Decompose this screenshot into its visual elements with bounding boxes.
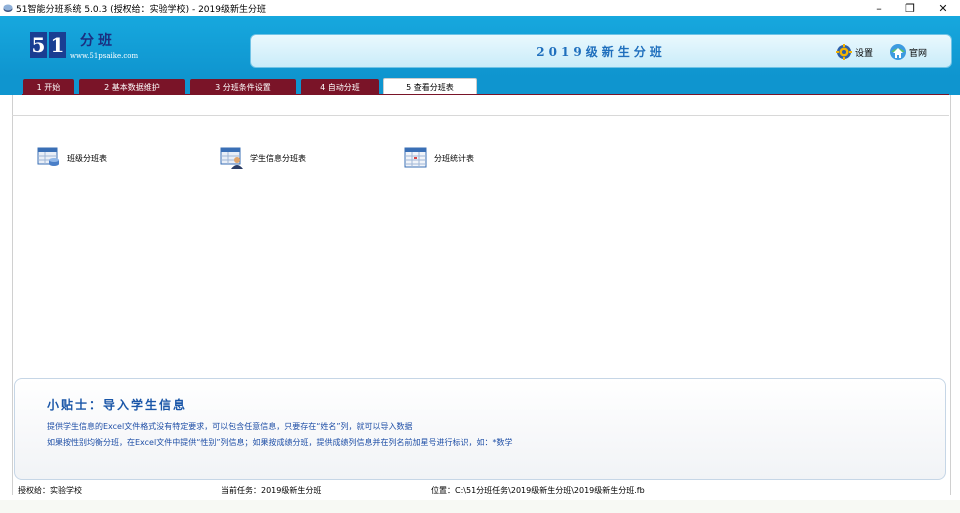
status-current-task: 当前任务：2019级新生分班	[221, 486, 322, 495]
logo-url: www.51psaike.com	[70, 52, 139, 60]
settings-label: 设置	[855, 48, 874, 59]
stats-table-icon	[404, 147, 427, 168]
settings-button[interactable]: 设置	[835, 43, 873, 61]
panel-divider	[12, 115, 949, 116]
status-location: 位置：C:\51分班任务\2019级新生分班\2019级新生分班.fb	[431, 486, 645, 495]
stats-table-label: 分班统计表	[434, 153, 474, 163]
app-header: 5 1 分班 www.51psaike.com 2019级新生分班 设置 官网	[0, 16, 960, 76]
website-button[interactable]: 官网	[889, 43, 927, 61]
logo-digit-5: 5	[30, 32, 47, 58]
close-button[interactable]: ✕	[926, 0, 960, 16]
student-table-icon	[220, 147, 243, 169]
window-title: 51智能分班系统 5.0.3 (授权给：实验学校) - 2019级新生分班	[16, 5, 266, 15]
class-table-label: 班级分班表	[67, 153, 107, 163]
website-label: 官网	[909, 48, 928, 59]
tab-basic-data[interactable]: 2 基本数据维护	[79, 79, 185, 95]
tips-line-1: 提供学生信息的Excel文件格式没有特定要求，可以包含任意信息，只要存在“姓名”…	[47, 422, 413, 431]
student-table-button[interactable]: 学生信息分班表	[220, 145, 306, 171]
status-license: 授权给：实验学校	[18, 486, 82, 495]
tab-start[interactable]: 1 开始	[23, 79, 74, 95]
bottom-strip	[0, 500, 960, 513]
logo-name: 分班	[80, 33, 116, 49]
student-table-label: 学生信息分班表	[250, 153, 306, 163]
tips-title: 小贴士：导入学生信息	[47, 398, 188, 412]
tab-conditions[interactable]: 3 分班条件设置	[190, 79, 296, 95]
tips-panel: 小贴士：导入学生信息 提供学生信息的Excel文件格式没有特定要求，可以包含任意…	[14, 378, 946, 480]
app-icon	[3, 4, 13, 12]
tips-line-2: 如果按性别均衡分班，在Excel文件中提供“性别”列信息；如果按成绩分班，提供成…	[47, 438, 513, 447]
gear-icon	[836, 44, 852, 60]
minimize-button[interactable]: –	[862, 0, 896, 16]
maximize-button[interactable]: ❐	[893, 0, 927, 16]
home-globe-icon	[890, 44, 906, 60]
tab-auto-assign[interactable]: 4 自动分班	[301, 79, 379, 95]
class-table-button[interactable]: 班级分班表	[37, 145, 107, 171]
class-table-icon	[37, 147, 59, 166]
tab-view-tables[interactable]: 5 查看分班表	[383, 78, 477, 95]
logo-digit-1: 1	[49, 32, 66, 58]
title-bar: 51智能分班系统 5.0.3 (授权给：实验学校) - 2019级新生分班 – …	[0, 0, 960, 16]
stats-table-button[interactable]: 分班统计表	[404, 145, 474, 171]
task-banner: 2019级新生分班 设置 官网	[250, 34, 952, 68]
tab-strip: 1 开始 2 基本数据维护 3 分班条件设置 4 自动分班 5 查看分班表	[0, 76, 960, 95]
status-bar: 授权给：实验学校 当前任务：2019级新生分班 位置：C:\51分班任务\201…	[0, 482, 960, 500]
app-logo: 5 1 分班 www.51psaike.com	[30, 30, 140, 70]
